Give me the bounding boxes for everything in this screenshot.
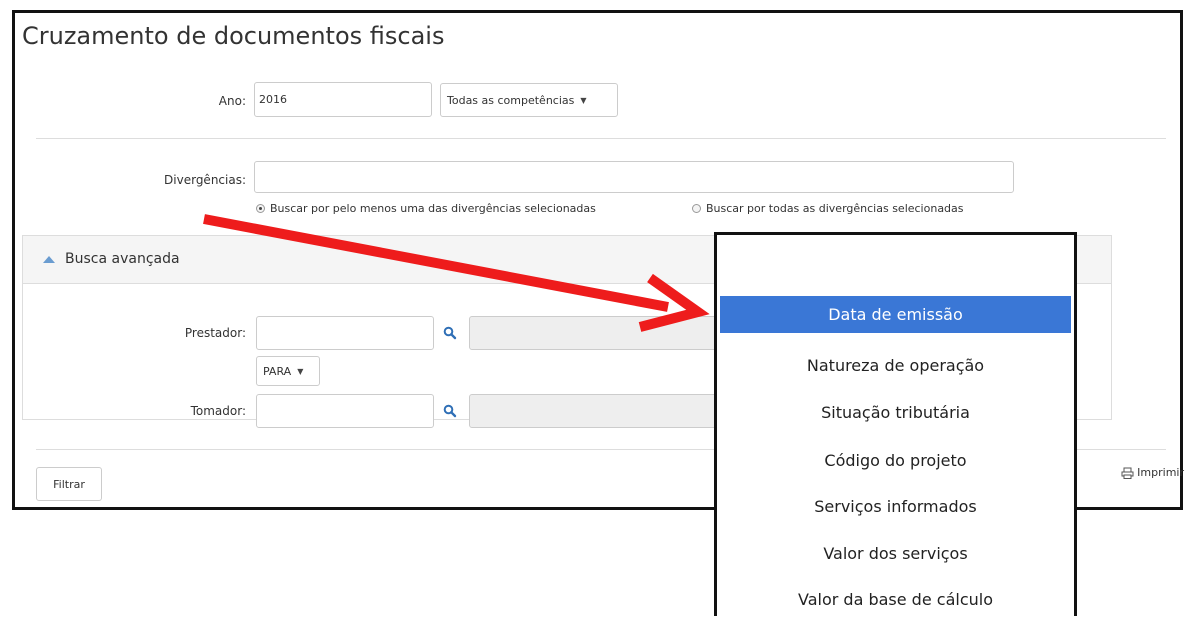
dropdown-item-natureza-operacao[interactable]: Natureza de operação <box>720 347 1071 384</box>
dropdown-item-valor-base-calculo[interactable]: Valor da base de cálculo <box>720 581 1071 618</box>
dropdown-item-data-emissao[interactable]: Data de emissão <box>720 296 1071 333</box>
dropdown-item-codigo-projeto[interactable]: Código do projeto <box>720 442 1071 479</box>
dropdown-item-valor-servicos[interactable]: Valor dos serviços <box>720 535 1071 572</box>
dropdown-item-servicos-informados[interactable]: Serviços informados <box>720 488 1071 525</box>
divergencias-dropdown: Data de emissão Natureza de operação Sit… <box>714 232 1077 616</box>
dropdown-item-situacao-tributaria[interactable]: Situação tributária <box>720 394 1071 431</box>
